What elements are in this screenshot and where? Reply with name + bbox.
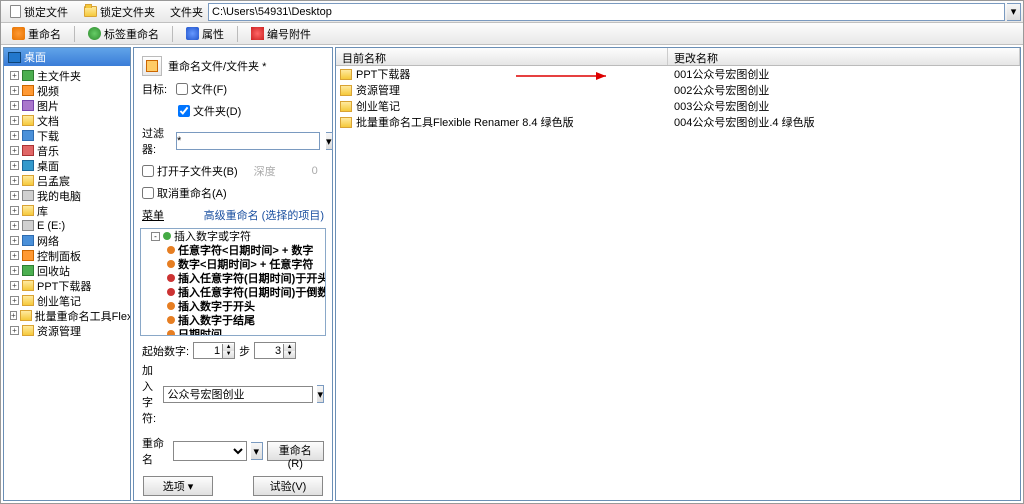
advanced-rename-link[interactable]: 高级重命名 (选择的项目) [204, 207, 324, 223]
filter-label: 过滤器: [142, 125, 170, 157]
tree-item[interactable]: +音乐 [4, 143, 130, 158]
target-label: 目标: [142, 81, 170, 97]
lock-file-button[interactable]: 锁定文件 [3, 2, 75, 22]
file-checkbox[interactable]: 文件(F) [176, 81, 227, 97]
separator [172, 26, 173, 42]
step-label: 步 [239, 343, 250, 359]
file-icon [10, 5, 21, 18]
separator [74, 26, 75, 42]
rename-combo[interactable] [173, 441, 247, 461]
tree-item[interactable]: +桌面 [4, 158, 130, 173]
column-headers: 目前名称 更改名称 [336, 48, 1020, 66]
lock-folder-button[interactable]: 锁定文件夹 [77, 2, 162, 22]
filter-input[interactable] [176, 132, 320, 150]
serial-icon [251, 27, 264, 40]
tag-icon [88, 27, 101, 40]
op-item[interactable]: 插入任意字符(日期时间)于开头前 N 个字 [141, 271, 325, 285]
file-row[interactable]: 资源管理002公众号宏图创业 [336, 82, 1020, 98]
file-list-pane: 目前名称 更改名称 PPT下载器001公众号宏图创业资源管理002公众号宏图创业… [335, 47, 1021, 501]
options-button[interactable]: 选项 ▾ [143, 476, 213, 496]
rename-combo-list[interactable]: ▾ [251, 442, 263, 460]
attr-icon [186, 27, 199, 40]
tree-item[interactable]: +控制面板 [4, 248, 130, 263]
file-row[interactable]: 创业笔记003公众号宏图创业 [336, 98, 1020, 114]
tree-item[interactable]: +文档 [4, 113, 130, 128]
tree-body: +主文件夹+视频+图片+文档+下载+音乐+桌面+吕孟宸+我的电脑+库+E (E:… [4, 66, 130, 500]
col-new-name[interactable]: 更改名称 [668, 48, 1020, 65]
desktop-icon [8, 52, 21, 63]
op-item[interactable]: 插入数字于开头 [141, 299, 325, 313]
prefix-dropdown[interactable]: ▾ [317, 385, 324, 403]
operations-tree[interactable]: -插入数字或字符 任意字符<日期时间> + 数字数字<日期时间> + 任意字符插… [140, 228, 326, 336]
tree-item[interactable]: +我的电脑 [4, 188, 130, 203]
toolbar-top: 锁定文件 锁定文件夹 文件夹 ▾ [1, 1, 1023, 23]
rename-config-pane: 重命名文件/文件夹 * 目标: 文件(F) 文件夹(D) 过滤器: ▾ 打开子文… [133, 47, 333, 501]
tree-item[interactable]: +回收站 [4, 263, 130, 278]
path-label: 文件夹 [170, 4, 203, 20]
rename-combo-label: 重命名 [142, 435, 169, 467]
file-rows[interactable]: PPT下载器001公众号宏图创业资源管理002公众号宏图创业创业笔记003公众号… [336, 66, 1020, 500]
rename-button[interactable]: 重命名(R) [267, 441, 324, 461]
folder-tree-pane: 桌面 +主文件夹+视频+图片+文档+下载+音乐+桌面+吕孟宸+我的电脑+库+E … [3, 47, 131, 501]
test-button[interactable]: 试验(V) [253, 476, 323, 496]
op-item[interactable]: 插入任意字符(日期时间)于倒数第 N 个字 [141, 285, 325, 299]
tree-item[interactable]: +E (E:) [4, 218, 130, 233]
path-input[interactable] [208, 3, 1005, 21]
tree-item[interactable]: +创业笔记 [4, 293, 130, 308]
menu-label: 菜单 [142, 207, 164, 223]
subfolder-checkbox[interactable]: 打开子文件夹(B) [142, 163, 238, 179]
op-item[interactable]: 任意字符<日期时间> + 数字 [141, 243, 325, 257]
attributes-tab[interactable]: 属性 [179, 24, 231, 44]
path-dropdown[interactable]: ▾ [1007, 3, 1021, 21]
tree-item[interactable]: +下载 [4, 128, 130, 143]
start-num-spinner[interactable]: ▲▼ [193, 342, 235, 359]
depth-value: 0 [312, 165, 318, 177]
tree-item[interactable]: +库 [4, 203, 130, 218]
op-item[interactable]: 插入数字于结尾 [141, 313, 325, 327]
filter-dropdown[interactable]: ▾ [326, 132, 333, 150]
tree-header[interactable]: 桌面 [4, 48, 130, 66]
folder-icon [84, 6, 97, 17]
rename-icon [12, 27, 25, 40]
cancel-rename-checkbox[interactable]: 取消重命名(A) [142, 185, 227, 201]
tree-item[interactable]: +网络 [4, 233, 130, 248]
tree-item[interactable]: +批量重命名工具Flexible Renamer 8 [4, 308, 130, 323]
file-row[interactable]: 批量重命名工具Flexible Renamer 8.4 绿色版004公众号宏图创… [336, 114, 1020, 130]
tree-item[interactable]: +主文件夹 [4, 68, 130, 83]
depth-label: 深度 [254, 163, 276, 179]
serial-tab[interactable]: 编号附件 [244, 24, 318, 44]
prefix-label: 加入字符: [142, 362, 159, 426]
tree-item[interactable]: +视频 [4, 83, 130, 98]
prefix-input[interactable] [163, 386, 313, 403]
op-item[interactable]: 日期时间 [141, 327, 325, 336]
step-spinner[interactable]: ▲▼ [254, 342, 296, 359]
folder-checkbox[interactable]: 文件夹(D) [178, 103, 241, 119]
tag-rename-tab[interactable]: 标签重命名 [81, 24, 166, 44]
rename-header-icon [142, 56, 162, 76]
rename-tab[interactable]: 重命名 [5, 24, 68, 44]
separator [237, 26, 238, 42]
tree-item[interactable]: +图片 [4, 98, 130, 113]
toolbar-actions: 重命名 标签重命名 属性 编号附件 [1, 23, 1023, 45]
pane-title: 重命名文件/文件夹 * [168, 58, 266, 74]
tree-item[interactable]: +吕孟宸 [4, 173, 130, 188]
tree-item[interactable]: +资源管理 [4, 323, 130, 338]
col-current-name[interactable]: 目前名称 [336, 48, 668, 65]
file-row[interactable]: PPT下载器001公众号宏图创业 [336, 66, 1020, 82]
tree-item[interactable]: +PPT下载器 [4, 278, 130, 293]
op-item[interactable]: 数字<日期时间> + 任意字符 [141, 257, 325, 271]
start-num-label: 起始数字: [142, 343, 189, 359]
